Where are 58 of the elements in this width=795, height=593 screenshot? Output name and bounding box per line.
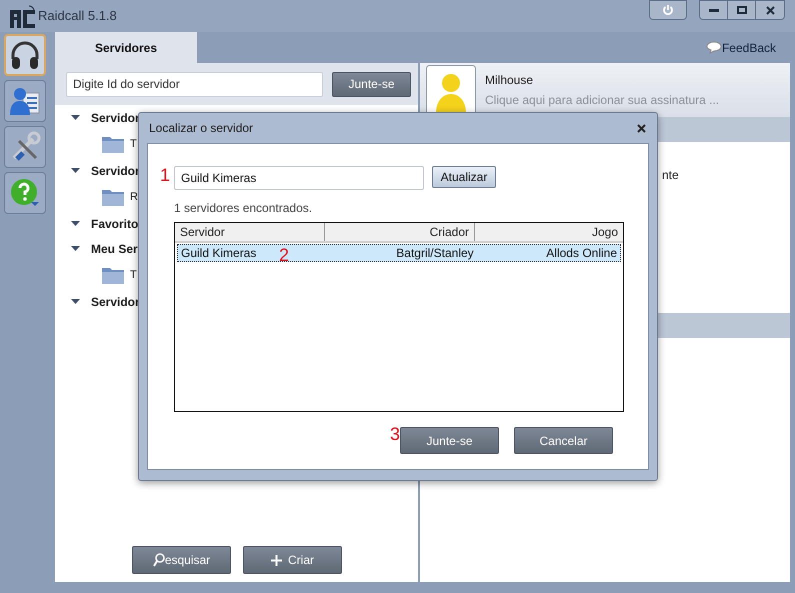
- join-button[interactable]: Junte-se: [332, 72, 411, 96]
- profile-name: Milhouse: [485, 72, 534, 89]
- sidebar-button[interactable]: [4, 80, 46, 122]
- close-icon: [636, 124, 646, 132]
- logo-icon: [10, 4, 36, 28]
- search-icon: [152, 553, 165, 567]
- create-button[interactable]: Criar: [243, 546, 342, 574]
- window-title: Raidcall 5.1.8: [38, 7, 117, 26]
- headset-icon: [9, 39, 41, 71]
- table-cell-text: Guild Kimeras: [181, 245, 256, 262]
- avatar-icon: [426, 65, 476, 115]
- group-label[interactable]: Servidor: [91, 162, 140, 180]
- group-label[interactable]: Servidor: [91, 292, 140, 310]
- expand-arrow-icon[interactable]: [70, 297, 81, 306]
- result-count: 1 servidores encontrados.: [174, 200, 314, 217]
- table-cell-text: Allods Online: [546, 245, 618, 262]
- search-button[interactable]: esquisar: [132, 546, 231, 574]
- feedback-link[interactable]: FeedBack: [722, 38, 776, 56]
- server-name[interactable]: T: [130, 266, 137, 284]
- expand-arrow-icon[interactable]: [70, 244, 81, 253]
- dialog-title: Localizar o servidor: [149, 120, 254, 137]
- join-button[interactable]: Junte-se: [400, 427, 499, 454]
- folder-icon: [101, 187, 125, 207]
- cancel-button[interactable]: Cancelar: [514, 427, 613, 454]
- server-name[interactable]: T: [130, 136, 137, 152]
- plus-icon: [271, 554, 282, 566]
- contact-list-icon: [9, 85, 41, 117]
- server-id-field[interactable]: Digite Id do servidor: [66, 72, 323, 96]
- column-header[interactable]: Criador: [325, 223, 475, 241]
- list-text: nte: [662, 167, 679, 184]
- group-label[interactable]: Meu Ser: [91, 240, 138, 258]
- close-button[interactable]: [635, 122, 647, 134]
- folder-icon: [101, 134, 125, 154]
- speech-bubble-icon: [706, 41, 722, 54]
- table-cell-text: Batgril/Stanley: [396, 245, 474, 262]
- column-header[interactable]: Servidor: [175, 223, 325, 241]
- power-button[interactable]: [649, 0, 687, 20]
- help-icon: [9, 177, 41, 209]
- server-name[interactable]: R: [130, 188, 138, 206]
- sidebar-button[interactable]: [4, 172, 46, 214]
- minimize-icon: [708, 8, 718, 12]
- sidebar-button[interactable]: [4, 34, 46, 76]
- server-search-field[interactable]: Guild Kimeras: [174, 166, 424, 190]
- annotation-number: 1: [160, 166, 170, 184]
- expand-arrow-icon[interactable]: [70, 166, 81, 175]
- close-icon: [766, 6, 774, 14]
- power-icon: [662, 4, 674, 16]
- annotation-number: 2: [279, 246, 290, 264]
- folder-icon: [101, 265, 125, 285]
- refresh-button[interactable]: Atualizar: [432, 166, 496, 188]
- group-label[interactable]: Servidor: [91, 108, 140, 126]
- maximize-icon: [736, 6, 746, 14]
- expand-arrow-icon[interactable]: [70, 113, 81, 122]
- expand-arrow-icon[interactable]: [70, 219, 81, 228]
- tab[interactable]: Servidores: [55, 32, 197, 63]
- column-header[interactable]: Jogo: [475, 223, 623, 241]
- annotation-number: 3: [390, 425, 400, 443]
- group-label[interactable]: Favorito: [91, 214, 138, 232]
